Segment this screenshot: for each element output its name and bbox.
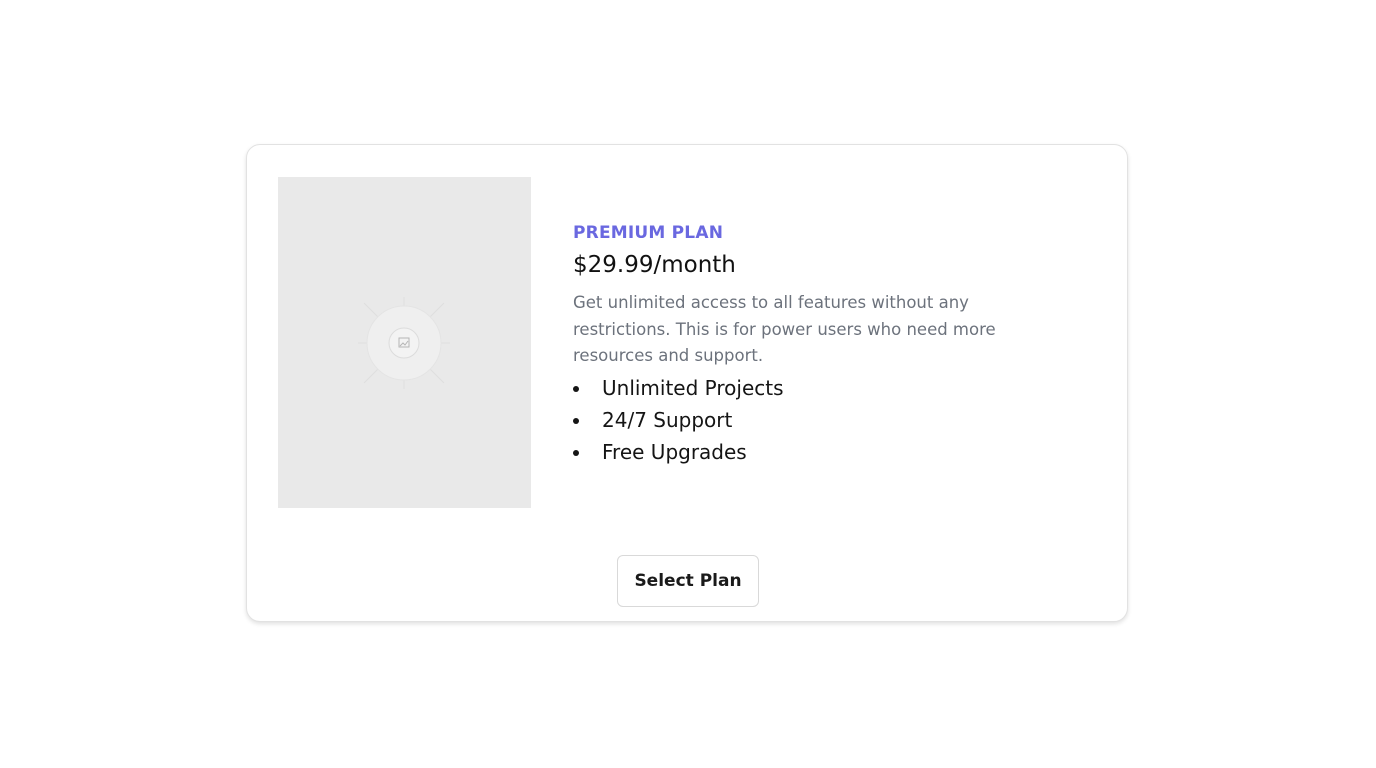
image-placeholder-icon xyxy=(358,297,450,389)
plan-card: PREMIUM PLAN $29.99/month Get unlimited … xyxy=(246,144,1128,622)
feature-list: Unlimited Projects 24/7 Support Free Upg… xyxy=(573,372,1043,468)
plan-price: $29.99/month xyxy=(573,252,736,278)
feature-item: Free Upgrades xyxy=(573,436,1043,468)
plan-description: Get unlimited access to all features wit… xyxy=(573,293,996,365)
feature-label: Free Upgrades xyxy=(602,439,747,464)
plan-name: PREMIUM PLAN xyxy=(573,223,724,243)
bullet-icon xyxy=(573,385,579,392)
select-plan-button[interactable]: Select Plan xyxy=(617,555,759,607)
feature-label: 24/7 Support xyxy=(602,407,733,432)
plan-details: PREMIUM PLAN $29.99/month Get unlimited … xyxy=(573,221,1043,468)
feature-item: 24/7 Support xyxy=(573,404,1043,436)
plan-image-placeholder xyxy=(278,177,531,508)
feature-label: Unlimited Projects xyxy=(602,375,784,400)
bullet-icon xyxy=(573,449,579,456)
feature-item: Unlimited Projects xyxy=(573,372,1043,404)
bullet-icon xyxy=(573,417,579,424)
